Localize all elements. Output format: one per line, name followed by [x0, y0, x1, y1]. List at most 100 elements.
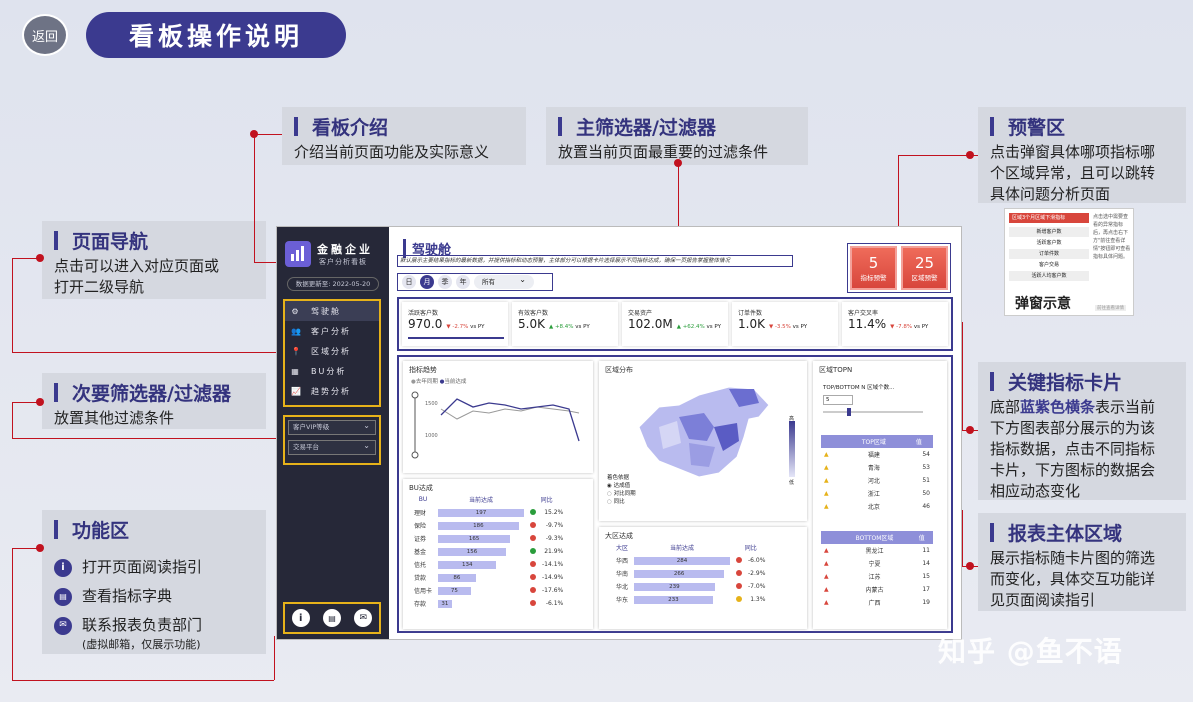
nav-item[interactable]: 📍 区域分析 — [285, 341, 379, 361]
topn-title: 区域TOPN — [819, 366, 853, 374]
column-header[interactable]: 当前达成 — [435, 493, 527, 506]
popup-item[interactable]: 活跃人均客户数 — [1009, 271, 1089, 281]
table-row: 信用卡 75 -17.6% — [411, 584, 566, 597]
status-cell — [527, 519, 539, 532]
kpi-row: 102.0M ▲ +62.4% vs PY — [628, 317, 724, 331]
radio-option[interactable]: ○ 同比 — [607, 497, 636, 505]
yoy-value: -14.1% — [542, 561, 564, 568]
column-header[interactable]: BU — [411, 493, 435, 506]
popup-label: 弹窗示意 — [1015, 296, 1071, 312]
data-bar: 134 — [438, 560, 497, 569]
popup-button[interactable]: 前往查看详情 — [1095, 305, 1126, 311]
radio-option[interactable]: ○ 对比同期 — [607, 489, 636, 497]
connector-dot — [36, 544, 44, 552]
popup-item[interactable]: 订单件数 — [1009, 249, 1089, 259]
kpi-card[interactable]: 交易资产 102.0M ▲ +62.4% vs PY — [622, 302, 728, 346]
status-cell — [733, 567, 745, 580]
column-header[interactable]: 值 — [910, 531, 933, 544]
tab-month[interactable]: 月 — [420, 275, 434, 289]
metric-warning-card[interactable]: 5 指标预警 — [850, 246, 897, 290]
kpi-change: ▲ +62.4% vs PY — [677, 324, 721, 330]
table-row: 华南 266 -2.9% — [613, 567, 768, 580]
kpi-card[interactable]: 有效客户数 5.0K ▲ +8.4% vs PY — [512, 302, 618, 346]
region-value: 50 — [922, 490, 930, 497]
column-header[interactable]: 同比 — [733, 541, 768, 554]
platform-select[interactable]: 交易平台 — [288, 439, 376, 455]
status-cell — [733, 580, 745, 593]
table-row: ▲ 河北 51 — [821, 474, 933, 487]
main-select[interactable]: 所有 — [474, 273, 534, 289]
nav-label: 趋势分析 — [311, 386, 351, 396]
region-name: 青海 — [867, 465, 880, 472]
data-bar: 156 — [438, 547, 506, 556]
mail-icon[interactable]: ✉ — [354, 609, 373, 627]
scale-low: 低 — [789, 480, 795, 486]
status-dot-icon — [736, 569, 743, 576]
dictionary-icon[interactable]: ▤ — [322, 609, 341, 627]
board-name: 客户分析看板 — [319, 258, 367, 266]
bar-cell: 165 — [435, 532, 527, 545]
kpi-card[interactable]: 活跃客户数 970.0 ▼ -2.7% vs PY — [402, 302, 508, 346]
row-label: 华西 — [616, 558, 629, 565]
topn-input[interactable]: 5 — [823, 395, 853, 405]
trend-legend: ●去年同期 ●当前达成 — [411, 379, 467, 385]
radio-option[interactable]: ◉ 达成值 — [607, 481, 636, 489]
kpi-value: 5.0K — [518, 317, 545, 331]
kpi-indicator-bar — [518, 337, 614, 339]
region-value: 17 — [922, 586, 930, 593]
info-icon[interactable]: i — [291, 609, 310, 627]
data-bar: 197 — [438, 508, 525, 517]
tab-day[interactable]: 日 — [402, 275, 416, 289]
data-bar: 165 — [438, 534, 511, 543]
rank-icon: ▲ — [824, 503, 829, 510]
annotation-intro-desc: 介绍当前页面功能及实际意义 — [294, 143, 490, 161]
kpi-label: 有效客户数 — [518, 310, 549, 317]
region-value: 54 — [922, 451, 930, 458]
slider-handle[interactable] — [847, 408, 851, 416]
kpi-card[interactable]: 客户交叉率 11.4% ▼ -7.8% vs PY — [842, 302, 948, 346]
kpi-change-value: -3.5% — [774, 324, 791, 330]
column-header[interactable]: 值 — [904, 435, 933, 448]
topn-slider[interactable] — [823, 408, 923, 416]
column-header[interactable]: 同比 — [527, 493, 566, 506]
desc-part: 表示当前 — [1095, 398, 1156, 416]
connector-line — [12, 402, 13, 438]
status-cell — [527, 545, 539, 558]
column-header[interactable]: BOTTOM区域 — [838, 531, 911, 544]
kpi-card[interactable]: 订单件数 1.0K ▼ -3.5% vs PY — [732, 302, 838, 346]
annotation-intro-title: 看板介绍 — [294, 113, 516, 140]
popup-item[interactable]: 活跃客户数 — [1009, 238, 1089, 248]
column-header[interactable]: TOP区域 — [842, 435, 905, 448]
status-dot-icon — [736, 556, 743, 563]
column-header[interactable]: 当前达成 — [631, 541, 733, 554]
nav-item[interactable]: ▦ BU分析 — [285, 361, 379, 381]
popup-item[interactable]: 新增客户数 — [1009, 227, 1089, 237]
vip-level-select[interactable]: 客户VIP等级 — [288, 419, 376, 435]
connector-line — [12, 352, 282, 353]
region-name: 江苏 — [868, 574, 881, 581]
desc-line: 具体问题分析页面 — [990, 185, 1111, 203]
column-header[interactable]: 大区 — [613, 541, 631, 554]
row-label: 贷款 — [414, 575, 427, 582]
popup-header: 区域3个月区域下滑指标 — [1009, 213, 1089, 223]
warning-area: 5 指标预警 25 区域预警 — [847, 243, 951, 293]
table-header: BU 当前达成 同比 — [411, 493, 566, 506]
rank-icon: ▲ — [824, 451, 829, 458]
rank-icon: ▲ — [824, 573, 829, 580]
desc-line: 相应动态变化 — [990, 482, 1081, 500]
tab-quarter[interactable]: 季 — [438, 275, 452, 289]
tab-year[interactable]: 年 — [456, 275, 470, 289]
company-name: 金融企业 — [317, 243, 373, 256]
back-button[interactable]: 返回 — [22, 14, 68, 56]
nav-item[interactable]: ⚙ 驾驶舱 — [285, 301, 379, 321]
connector-dot — [674, 159, 682, 167]
row-label: 华南 — [616, 571, 629, 578]
legend-current: 当前达成 — [444, 379, 467, 385]
popup-item[interactable]: 客户交易 — [1009, 260, 1089, 270]
nav-item[interactable]: 📈 趋势分析 — [285, 381, 379, 401]
warning-count: 5 — [868, 254, 879, 272]
kpi-label: 订单件数 — [738, 310, 763, 317]
region-warning-card[interactable]: 25 区域预警 — [901, 246, 948, 290]
nav-item[interactable]: 👥 客户分析 — [285, 321, 379, 341]
map-panel: 区域分布 高 低 着色依据 ◉ 达成值 ○ 对比同期 ○ 同比 — [599, 361, 807, 521]
